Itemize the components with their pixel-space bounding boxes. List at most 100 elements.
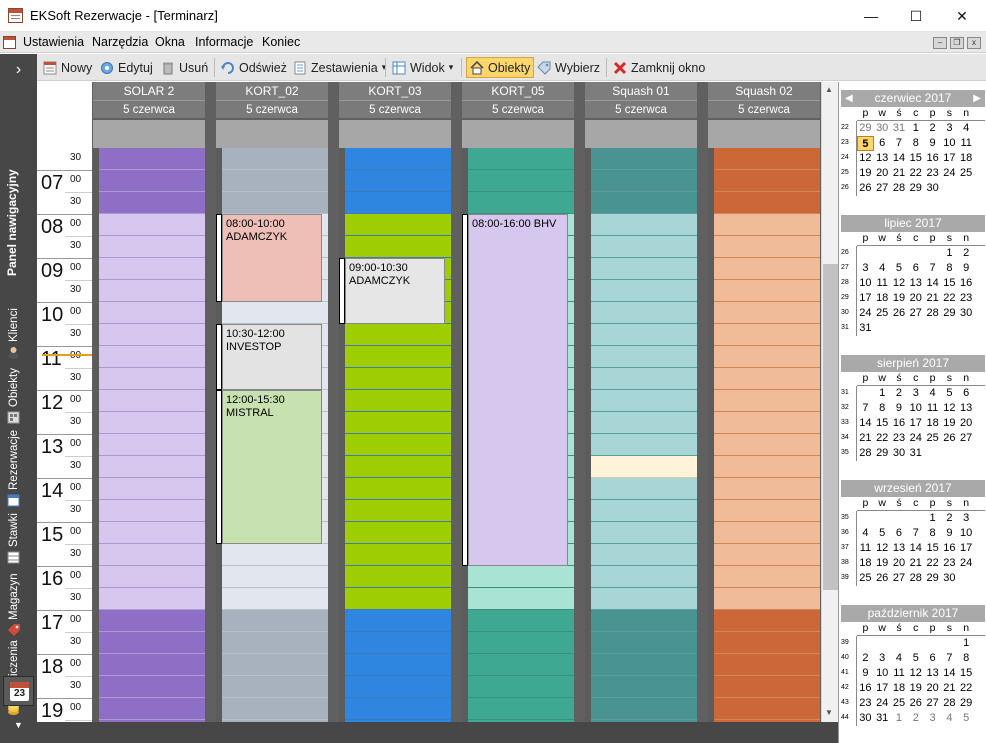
time-slot[interactable] <box>468 610 574 632</box>
time-slot[interactable] <box>345 390 451 412</box>
edit-button[interactable]: Edytuj <box>97 57 156 78</box>
calendar-day[interactable]: 18 <box>857 556 874 571</box>
calendar-day[interactable]: 28 <box>907 571 924 586</box>
calendar-day[interactable]: 23 <box>924 166 941 181</box>
time-slot[interactable] <box>99 632 205 654</box>
calendar-day[interactable]: 10 <box>958 526 975 541</box>
time-slot[interactable] <box>345 566 451 588</box>
time-slot[interactable] <box>345 698 451 720</box>
calendar-day[interactable]: 24 <box>857 306 874 321</box>
calendar-day[interactable]: 4 <box>924 386 941 401</box>
time-slot[interactable] <box>714 368 820 390</box>
time-slot[interactable] <box>591 632 697 654</box>
calendar-day[interactable]: 8 <box>874 401 891 416</box>
time-slot[interactable] <box>591 346 697 368</box>
calendar-day[interactable]: 28 <box>941 696 958 711</box>
calendar-day[interactable]: 24 <box>874 696 891 711</box>
calendar-day[interactable]: 28 <box>891 181 908 196</box>
calendar-day[interactable]: 23 <box>857 696 874 711</box>
menu-ustawienia[interactable]: Ustawienia <box>23 35 84 49</box>
scrollbar-thumb[interactable] <box>823 264 838 590</box>
calendar-day[interactable]: 31 <box>907 446 924 461</box>
calendar-day[interactable]: 4 <box>891 651 908 666</box>
calendar-day[interactable]: 25 <box>891 696 908 711</box>
calendar-day[interactable]: 22 <box>958 681 975 696</box>
calendar-day[interactable]: 18 <box>924 416 941 431</box>
all-day-area[interactable] <box>462 120 574 148</box>
all-day-area[interactable] <box>93 120 205 148</box>
calendar-day[interactable]: 30 <box>941 571 958 586</box>
time-slot[interactable] <box>468 632 574 654</box>
time-slot[interactable] <box>345 236 451 258</box>
select-button[interactable]: Wybierz <box>534 57 603 78</box>
time-slot[interactable] <box>222 148 328 170</box>
time-slot[interactable] <box>468 654 574 676</box>
calendar-day[interactable]: 14 <box>857 416 874 431</box>
time-slot[interactable] <box>468 566 574 588</box>
calendar-day[interactable]: 27 <box>891 571 908 586</box>
time-slot[interactable] <box>714 346 820 368</box>
calendar-day[interactable]: 20 <box>891 556 908 571</box>
calendar-day[interactable]: 5 <box>907 651 924 666</box>
refresh-button[interactable]: Odśwież <box>218 57 290 78</box>
calendar-day[interactable]: 31 <box>857 321 874 336</box>
calendar-day[interactable]: 1 <box>874 386 891 401</box>
mdi-minimize-button[interactable]: ‒ <box>933 37 947 49</box>
time-slot[interactable] <box>345 654 451 676</box>
nav-item-magazyn[interactable]: Magazyn <box>7 573 20 637</box>
time-slot[interactable] <box>591 676 697 698</box>
calendar-day[interactable]: 16 <box>891 416 908 431</box>
calendar-day[interactable]: 24 <box>907 431 924 446</box>
calendar-day[interactable]: 1 <box>941 246 958 261</box>
time-slot[interactable] <box>99 280 205 302</box>
time-slot[interactable] <box>591 214 697 236</box>
time-slot[interactable] <box>714 302 820 324</box>
calendar-day[interactable]: 31 <box>874 711 891 726</box>
time-slot[interactable] <box>222 566 328 588</box>
time-slot[interactable] <box>345 522 451 544</box>
calendar-day[interactable]: 5 <box>874 526 891 541</box>
calendar-day[interactable]: 9 <box>891 401 908 416</box>
time-slot[interactable] <box>714 148 820 170</box>
calendar-day[interactable]: 12 <box>907 666 924 681</box>
calendar-day[interactable]: 28 <box>924 306 941 321</box>
calendar-day[interactable]: 21 <box>857 431 874 446</box>
resource-header[interactable]: Squash 01 <box>585 82 697 100</box>
calendar-day[interactable]: 13 <box>907 276 924 291</box>
time-slot[interactable] <box>714 258 820 280</box>
calendar-day[interactable]: 19 <box>907 681 924 696</box>
calendar-day[interactable]: 5 <box>941 386 958 401</box>
calendar-day[interactable]: 16 <box>941 541 958 556</box>
calendar-day[interactable]: 27 <box>924 696 941 711</box>
calendar-day[interactable]: 11 <box>874 276 891 291</box>
time-slot[interactable] <box>222 698 328 720</box>
time-slot[interactable] <box>99 654 205 676</box>
calendar-day[interactable]: 20 <box>907 291 924 306</box>
time-slot[interactable] <box>591 478 697 500</box>
calendar-day[interactable]: 29 <box>941 306 958 321</box>
calendar-day[interactable]: 3 <box>958 511 975 526</box>
calendar-day[interactable]: 10 <box>874 666 891 681</box>
calendar-day[interactable]: 8 <box>958 651 975 666</box>
calendar-day[interactable]: 2 <box>941 511 958 526</box>
time-slot[interactable] <box>591 610 697 632</box>
calendar-day[interactable]: 5 <box>958 711 975 726</box>
time-slot[interactable] <box>468 588 574 610</box>
calendar-day[interactable]: 26 <box>857 181 874 196</box>
objects-button[interactable]: Obiekty <box>466 57 535 78</box>
calendar-day[interactable]: 1 <box>958 636 975 651</box>
calendar-day[interactable]: 26 <box>874 571 891 586</box>
time-slot[interactable] <box>714 676 820 698</box>
calendar-day[interactable]: 19 <box>857 166 874 181</box>
calendar-day[interactable]: 9 <box>857 666 874 681</box>
calendar-day[interactable]: 17 <box>941 151 958 166</box>
calendar-day[interactable]: 3 <box>907 386 924 401</box>
time-slot[interactable] <box>591 302 697 324</box>
resource-header[interactable]: KORT_02 <box>216 82 328 100</box>
time-slot[interactable] <box>222 632 328 654</box>
calendar-day[interactable]: 14 <box>891 151 908 166</box>
calendar-day[interactable]: 6 <box>907 261 924 276</box>
scroll-down-arrow[interactable]: ▼ <box>825 708 833 717</box>
time-slot[interactable] <box>591 434 697 456</box>
scroll-up-arrow[interactable]: ▲ <box>825 85 833 94</box>
